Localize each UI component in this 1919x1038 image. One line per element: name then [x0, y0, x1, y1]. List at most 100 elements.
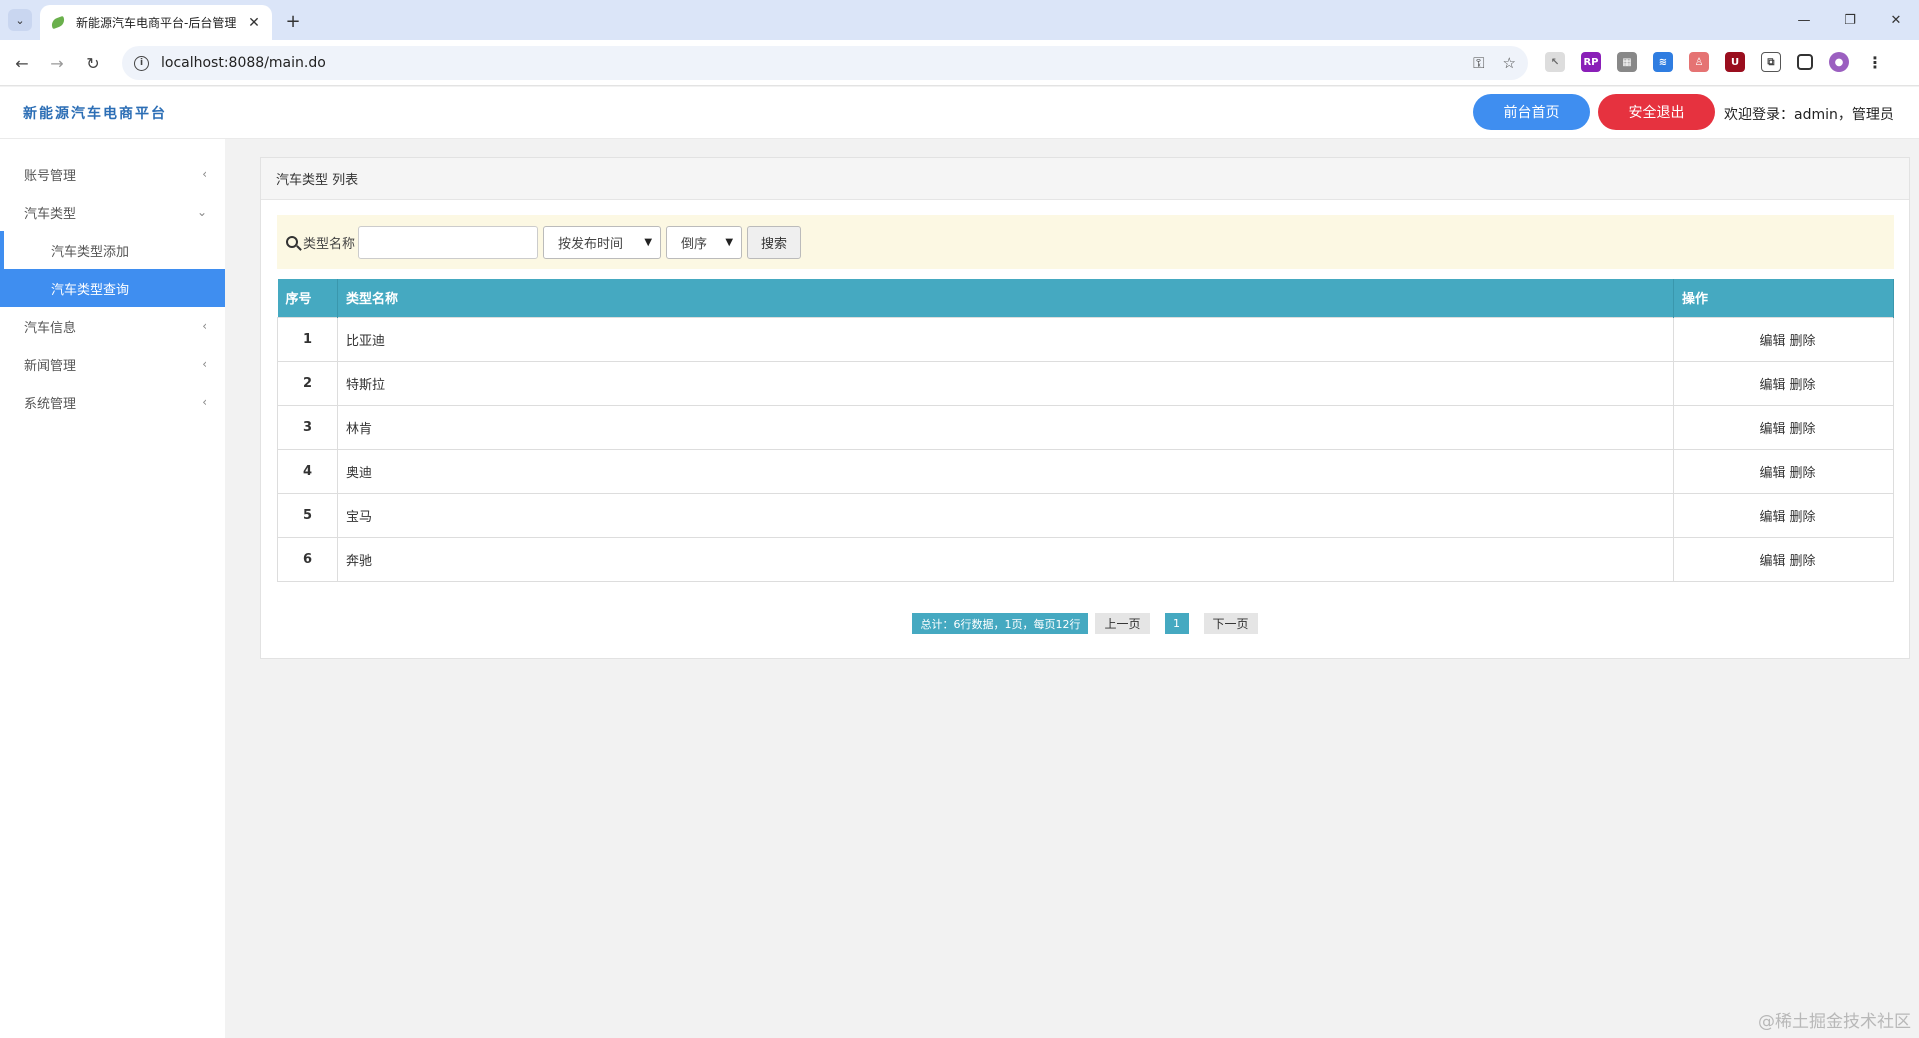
search-label: 类型名称: [303, 236, 356, 252]
key-icon[interactable]: ⚿: [1473, 54, 1484, 72]
type-name-cell: 特斯拉: [337, 360, 1674, 406]
row-actions: 编辑 删除: [1673, 448, 1894, 494]
sidebar-item-label: 汽车类型添加: [51, 244, 130, 260]
sort-field-select[interactable]: 按发布时间 ▼: [543, 225, 662, 259]
next-page-button[interactable]: 下一页: [1203, 613, 1258, 634]
window-controls: — ❐ ✕: [1781, 0, 1919, 40]
edit-link[interactable]: 编辑: [1759, 510, 1785, 525]
logout-button[interactable]: 安全退出: [1598, 94, 1715, 130]
type-name-cell: 林肯: [337, 404, 1674, 450]
browser-tab[interactable]: 新能源汽车电商平台-后台管理 ✕: [40, 5, 272, 40]
table-row: 6 奔驰 编辑 删除: [277, 536, 1894, 582]
row-number: 1: [277, 316, 338, 362]
row-actions: 编辑 删除: [1673, 492, 1894, 538]
sidebar-item-car-info[interactable]: 汽车信息 ‹: [0, 307, 225, 345]
browser-tabbar: ⌄ 新能源汽车电商平台-后台管理 ✕ + — ❐ ✕: [0, 0, 1919, 40]
row-number: 3: [277, 404, 338, 450]
bookmark-star-icon[interactable]: ☆: [1503, 54, 1516, 72]
search-bar: 类型名称 按发布时间 ▼ 倒序 ▼ 搜索: [277, 215, 1894, 269]
url-text[interactable]: localhost:8088/main.do: [161, 55, 1455, 71]
frontend-home-button[interactable]: 前台首页: [1473, 94, 1590, 130]
table-row: 3 林肯 编辑 删除: [277, 404, 1894, 450]
sort-field-value: 按发布时间: [558, 236, 624, 252]
sidebar: 账号管理 ‹ 汽车类型 ⌄ 汽车类型添加 汽车类型查询 汽车信息 ‹ 新闻管理 …: [0, 139, 225, 1038]
type-name-cell: 宝马: [337, 492, 1674, 538]
table-row: 5 宝马 编辑 删除: [277, 492, 1894, 538]
close-window-icon[interactable]: ✕: [1873, 0, 1919, 40]
row-actions: 编辑 删除: [1673, 404, 1894, 450]
row-actions: 编辑 删除: [1673, 316, 1894, 362]
edit-link[interactable]: 编辑: [1759, 466, 1785, 481]
extension-figure-icon[interactable]: ♙: [1689, 52, 1709, 72]
sidebar-item-car-type-query[interactable]: 汽车类型查询: [0, 269, 225, 307]
new-tab-button[interactable]: +: [280, 8, 306, 34]
prev-page-button[interactable]: 上一页: [1095, 613, 1150, 634]
profile-avatar-icon[interactable]: ●: [1829, 52, 1849, 72]
extensions-area: ↖ RP ▦ ≋ ♙ U ⧉ ● ⋮: [1545, 52, 1901, 72]
sidebar-item-news[interactable]: 新闻管理 ‹: [0, 345, 225, 383]
search-button[interactable]: 搜索: [747, 225, 802, 259]
chevron-left-icon: ‹: [202, 357, 207, 371]
pagination: 总计：6行数据，1页，每页12行 上一页 1 下一页: [261, 613, 1909, 634]
extension-cursor-icon[interactable]: ↖: [1545, 52, 1565, 72]
row-number: 6: [277, 536, 338, 582]
pagination-info: 总计：6行数据，1页，每页12行: [912, 613, 1089, 634]
delete-link[interactable]: 删除: [1790, 466, 1816, 481]
type-name-search-input[interactable]: [358, 225, 539, 259]
sidebar-item-account[interactable]: 账号管理 ‹: [0, 155, 225, 193]
sort-order-select[interactable]: 倒序 ▼: [666, 225, 743, 259]
sidebar-item-label: 汽车类型查询: [51, 282, 130, 298]
menu-dots-icon[interactable]: ⋮: [1865, 52, 1885, 72]
row-actions: 编辑 删除: [1673, 360, 1894, 406]
delete-link[interactable]: 删除: [1790, 378, 1816, 393]
sidebar-item-system[interactable]: 系统管理 ‹: [0, 383, 225, 421]
car-type-list-panel: 汽车类型 列表 类型名称 按发布时间 ▼ 倒序 ▼ 搜索 序号 类型名称 操作 …: [260, 157, 1910, 659]
row-number: 4: [277, 448, 338, 494]
side-panel-icon[interactable]: [1797, 54, 1813, 70]
delete-link[interactable]: 删除: [1790, 510, 1816, 525]
extensions-puzzle-icon[interactable]: ⧉: [1761, 52, 1781, 72]
delete-link[interactable]: 删除: [1790, 554, 1816, 569]
panel-title: 汽车类型 列表: [261, 158, 1909, 200]
extension-layers-icon[interactable]: ≋: [1653, 52, 1673, 72]
chevron-down-icon: ▼: [725, 236, 734, 248]
column-header-actions: 操作: [1673, 279, 1894, 317]
chevron-down-icon: ⌄: [196, 205, 207, 219]
extension-shield-icon[interactable]: U: [1725, 52, 1745, 72]
site-info-icon[interactable]: i: [134, 55, 149, 71]
app-header: 新能源汽车电商平台 前台首页 安全退出 欢迎登录：admin，管理员: [0, 87, 1919, 139]
site-logo[interactable]: 新能源汽车电商平台: [23, 103, 167, 123]
reload-icon[interactable]: ↻: [81, 51, 105, 75]
current-page-button[interactable]: 1: [1164, 613, 1189, 634]
back-arrow-icon[interactable]: ←: [10, 51, 34, 75]
extension-box-icon[interactable]: ▦: [1617, 52, 1637, 72]
edit-link[interactable]: 编辑: [1759, 334, 1785, 349]
restore-icon[interactable]: ❐: [1827, 0, 1873, 40]
row-number: 2: [277, 360, 338, 406]
welcome-text: 欢迎登录：admin，管理员: [1724, 107, 1894, 123]
tab-close-icon[interactable]: ✕: [246, 15, 262, 31]
chevron-left-icon: ‹: [202, 319, 207, 333]
delete-link[interactable]: 删除: [1790, 334, 1816, 349]
address-bar[interactable]: i localhost:8088/main.do ⚿ ☆: [122, 46, 1528, 80]
row-actions: 编辑 删除: [1673, 536, 1894, 582]
extension-rp-icon[interactable]: RP: [1581, 52, 1601, 72]
row-number: 5: [277, 492, 338, 538]
delete-link[interactable]: 删除: [1790, 422, 1816, 437]
edit-link[interactable]: 编辑: [1759, 378, 1785, 393]
sidebar-item-label: 新闻管理: [24, 358, 77, 374]
sidebar-item-car-type[interactable]: 汽车类型 ⌄: [0, 193, 225, 231]
table-row: 1 比亚迪 编辑 删除: [277, 316, 1894, 362]
forward-arrow-icon[interactable]: →: [45, 51, 69, 75]
tab-search-button[interactable]: ⌄: [8, 9, 32, 31]
edit-link[interactable]: 编辑: [1759, 554, 1785, 569]
chevron-left-icon: ‹: [202, 395, 207, 409]
edit-link[interactable]: 编辑: [1759, 422, 1785, 437]
type-name-cell: 奥迪: [337, 448, 1674, 494]
minimize-icon[interactable]: —: [1781, 0, 1827, 40]
sidebar-item-car-type-add[interactable]: 汽车类型添加: [0, 231, 225, 269]
table-header-row: 序号 类型名称 操作: [277, 279, 1894, 317]
sidebar-item-label: 账号管理: [24, 168, 77, 184]
sidebar-item-label: 汽车类型: [24, 206, 77, 222]
chevron-left-icon: ‹: [202, 167, 207, 181]
